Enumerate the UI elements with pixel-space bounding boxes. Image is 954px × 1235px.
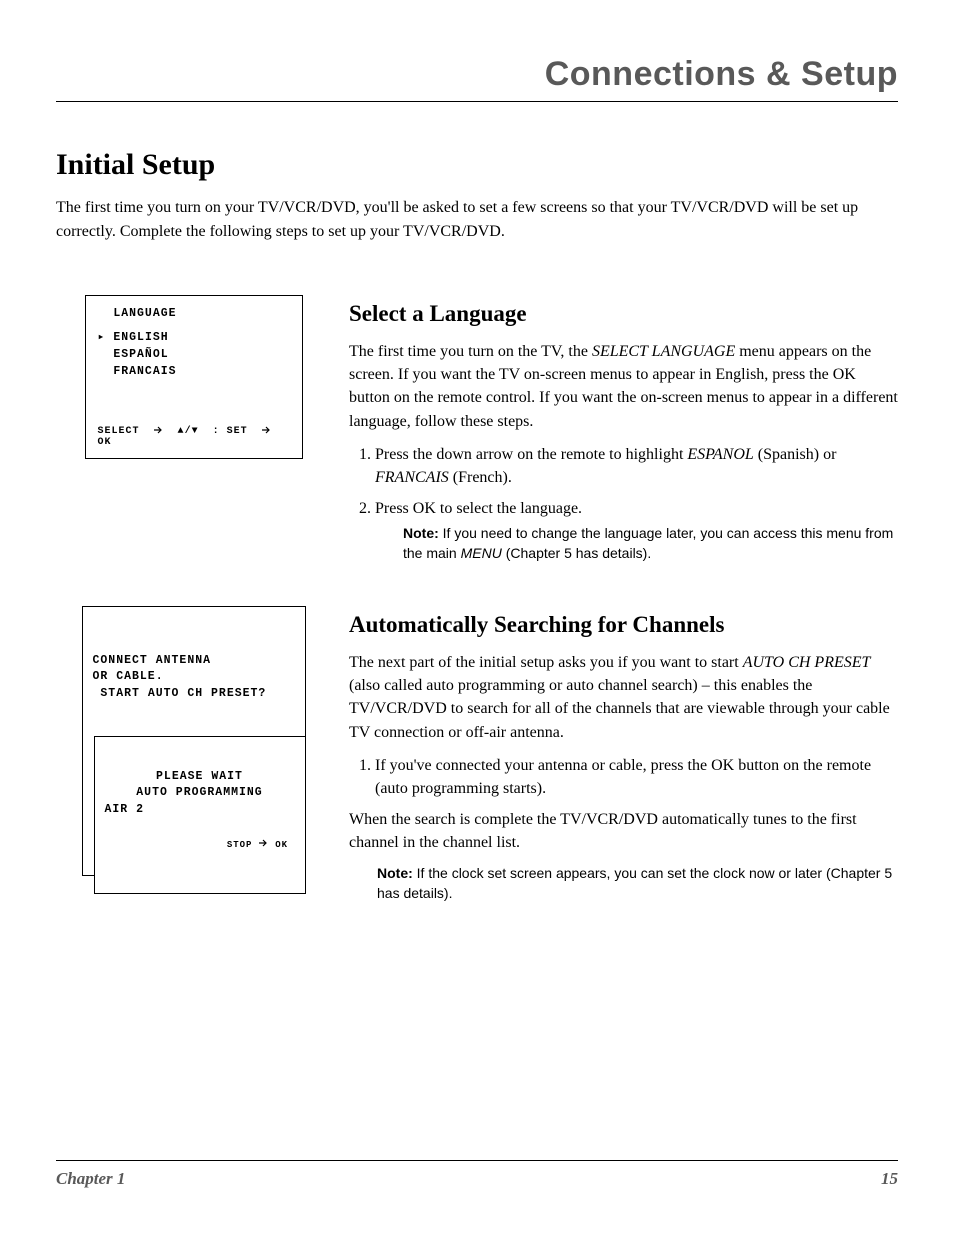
channels-text-column: Automatically Searching for Channels The… xyxy=(349,606,898,904)
language-paragraph: The first time you turn on the TV, the S… xyxy=(349,340,898,433)
heading-select-language: Select a Language xyxy=(349,297,898,330)
channels-paragraph-1: The next part of the initial setup asks … xyxy=(349,651,898,744)
osd-auto-programming: PLEASE WAIT AUTO PROGRAMMING AIR 2 STOP … xyxy=(94,736,306,894)
page-title: Initial Setup xyxy=(56,148,898,182)
osd-footer: STOP OK xyxy=(105,839,295,850)
osd-item-francais: FRANCAIS xyxy=(98,364,290,381)
section-channels: CONNECT ANTENNA OR CABLE. START AUTO CH … xyxy=(56,606,898,904)
language-step-2: Press OK to select the language. Note: I… xyxy=(375,497,898,563)
arrow-up-icon: ▲ xyxy=(178,426,185,437)
page-footer: Chapter 1 15 xyxy=(56,1160,898,1189)
osd-item-english: ▸ ENGLISH xyxy=(98,330,290,347)
osd-line: AIR 2 xyxy=(105,802,295,819)
heading-auto-search: Automatically Searching for Channels xyxy=(349,608,898,641)
channels-steps: If you've connected your antenna or cabl… xyxy=(349,754,898,800)
osd-language-column: LANGUAGE ▸ ENGLISH ESPAÑOL FRANCAIS SELE… xyxy=(56,295,331,460)
footer-rule xyxy=(56,1160,898,1161)
osd-line: PLEASE WAIT xyxy=(105,769,295,786)
header-rule xyxy=(56,101,898,102)
section-header: Connections & Setup xyxy=(56,56,898,93)
osd-item-espanol: ESPAÑOL xyxy=(98,347,290,364)
osd-line: OR CABLE. xyxy=(93,669,295,686)
arrow-down-icon: ▼ xyxy=(192,426,199,437)
osd-channels-column: CONNECT ANTENNA OR CABLE. START AUTO CH … xyxy=(56,606,331,876)
arrow-right-icon xyxy=(259,839,269,847)
channels-note: Note: If the clock set screen appears, y… xyxy=(349,864,898,903)
manual-page: Connections & Setup Initial Setup The fi… xyxy=(0,0,954,1235)
chapter-label: Chapter 1 xyxy=(56,1169,125,1189)
osd-channels-wrap: CONNECT ANTENNA OR CABLE. START AUTO CH … xyxy=(82,606,306,876)
section-language: LANGUAGE ▸ ENGLISH ESPAÑOL FRANCAIS SELE… xyxy=(56,295,898,572)
language-steps: Press the down arrow on the remote to hi… xyxy=(349,443,898,564)
pointer-icon: ▸ xyxy=(98,331,106,344)
osd-line: START AUTO CH PRESET? xyxy=(93,686,295,703)
page-number: 15 xyxy=(881,1169,898,1189)
osd-footer: SELECT ▲/▼ : SET OK xyxy=(98,426,290,448)
language-text-column: Select a Language The first time you tur… xyxy=(349,295,898,572)
channels-step-1: If you've connected your antenna or cabl… xyxy=(375,754,898,800)
osd-title: LANGUAGE xyxy=(98,306,290,323)
language-note: Note: If you need to change the language… xyxy=(375,524,898,563)
language-step-1: Press the down arrow on the remote to hi… xyxy=(375,443,898,489)
intro-text: The first time you turn on your TV/VCR/D… xyxy=(56,196,898,242)
osd-line: CONNECT ANTENNA xyxy=(93,653,295,670)
channels-paragraph-2: When the search is complete the TV/VCR/D… xyxy=(349,808,898,854)
osd-line: AUTO PROGRAMMING xyxy=(105,785,295,802)
osd-language-screen: LANGUAGE ▸ ENGLISH ESPAÑOL FRANCAIS SELE… xyxy=(85,295,303,460)
arrow-right-icon xyxy=(154,426,164,434)
arrow-right-icon xyxy=(262,426,272,434)
